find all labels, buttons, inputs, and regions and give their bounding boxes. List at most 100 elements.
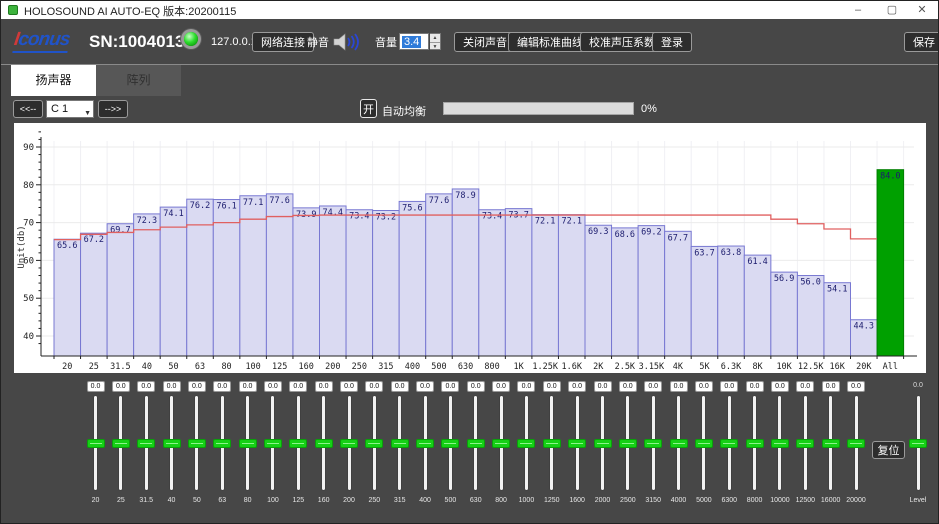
slider-value-box[interactable]: 0.0 [289, 381, 308, 392]
minimize-button[interactable]: – [844, 2, 872, 18]
next-channel-button[interactable]: -->> [98, 100, 128, 118]
prev-channel-button[interactable]: <<-- [13, 100, 43, 118]
slider-value-box[interactable]: 0.0 [213, 381, 232, 392]
slider-handle[interactable] [745, 439, 764, 448]
bar-value-label: 69.7 [110, 226, 130, 236]
slider-handle[interactable] [593, 439, 612, 448]
slider-handle[interactable] [517, 439, 536, 448]
channel-select[interactable]: C 1 ▼ [46, 100, 94, 118]
slider-handle[interactable] [644, 439, 663, 448]
eq-slider-5000: 0.0 5000 [693, 377, 715, 512]
x-tick-label: 20 [62, 362, 72, 372]
slider-value-box[interactable]: 0.0 [618, 381, 637, 392]
x-tick-label: 50 [168, 362, 178, 372]
volume-stepper[interactable]: ▲ ▼ [430, 33, 441, 50]
slider-handle[interactable] [187, 439, 206, 448]
slider-handle[interactable] [847, 439, 865, 448]
slider-value-box[interactable]: 0.0 [365, 381, 384, 392]
stepper-down-icon[interactable]: ▼ [430, 43, 440, 51]
title-bar[interactable]: HOLOSOUND AI AUTO-EQ 版本:20200115 – ▢ ✕ [1, 1, 938, 19]
bar-value-label: 73.4 [349, 212, 369, 222]
slider-value-box[interactable]: 0.0 [441, 381, 460, 392]
slider-handle[interactable] [669, 439, 688, 448]
bar-value-label: 54.1 [827, 285, 847, 295]
slider-handle[interactable] [441, 439, 460, 448]
bar-value-label: 67.2 [84, 235, 104, 245]
slider-handle[interactable] [618, 439, 637, 448]
slider-value-box[interactable]: 0.0 [669, 381, 688, 392]
maximize-button[interactable]: ▢ [878, 2, 906, 18]
slider-handle[interactable] [796, 439, 815, 448]
slider-handle[interactable] [238, 439, 257, 448]
close-button[interactable]: ✕ [908, 2, 936, 18]
slider-value-box[interactable]: 0.0 [390, 381, 409, 392]
connection-led-icon [184, 32, 198, 46]
eq-bar-160 [292, 207, 321, 357]
slider-value-box[interactable]: 0.0 [568, 381, 587, 392]
slider-handle[interactable] [542, 439, 561, 448]
eq-slider-400: 0.0 400 [414, 377, 436, 512]
slider-value-box[interactable]: 0.0 [593, 381, 612, 392]
slider-value-box[interactable]: 0.0 [694, 381, 713, 392]
slider-value-box[interactable]: 0.0 [847, 381, 865, 392]
slider-value-box[interactable]: 0.0 [314, 381, 333, 392]
slider-value-box[interactable]: 0.0 [111, 381, 130, 392]
slider-handle[interactable] [137, 439, 156, 448]
eq-slider-40: 0.0 40 [161, 377, 183, 512]
slider-value-box[interactable]: 0.0 [340, 381, 358, 392]
slider-handle[interactable] [720, 439, 739, 448]
slider-value-box[interactable]: 0.0 [263, 381, 282, 392]
volume-input[interactable]: 3.4 [399, 33, 429, 50]
slider-value-box[interactable]: 0.0 [796, 381, 815, 392]
x-tick-label: 8K [752, 362, 763, 372]
slider-handle[interactable] [314, 439, 333, 448]
slider-handle[interactable] [416, 439, 435, 448]
slider-handle[interactable] [694, 439, 713, 448]
slider-handle[interactable] [568, 439, 587, 448]
slider-value-box[interactable]: 0.0 [86, 381, 105, 392]
x-tick-label: All [883, 362, 898, 372]
slider-handle[interactable] [263, 439, 282, 448]
slider-value-box[interactable]: 0.0 [542, 381, 561, 392]
slider-value-box[interactable]: 0.0 [466, 381, 485, 392]
slider-handle[interactable] [821, 439, 840, 448]
slider-handle[interactable] [909, 439, 927, 448]
slider-value-box[interactable]: 0.0 [416, 381, 435, 392]
stepper-up-icon[interactable]: ▲ [430, 34, 440, 43]
slider-handle[interactable] [162, 439, 181, 448]
x-tick-label: 3.15K [639, 362, 665, 372]
slider-handle[interactable] [111, 439, 130, 448]
slider-handle[interactable] [213, 439, 232, 448]
slider-value-box[interactable]: 0.0 [492, 381, 511, 392]
slider-handle[interactable] [390, 439, 409, 448]
reset-button[interactable]: 复位 [872, 441, 905, 459]
auto-eq-toggle-button[interactable]: 开 [360, 99, 377, 118]
slider-handle[interactable] [466, 439, 485, 448]
login-button[interactable]: 登录 [652, 32, 692, 52]
slider-value-box[interactable]: 0.0 [821, 381, 840, 392]
save-button[interactable]: 保存 [904, 32, 938, 52]
slider-value-box[interactable]: 0.0 [187, 381, 206, 392]
slider-handle[interactable] [86, 439, 105, 448]
network-connect-button[interactable]: 网络连接 [252, 32, 314, 52]
slider-handle[interactable] [340, 439, 358, 448]
serial-number: SN:1004013 [89, 32, 185, 51]
slider-handle[interactable] [770, 439, 789, 448]
slider-value-box[interactable]: 0.0 [720, 381, 739, 392]
slider-value-box[interactable]: 0.0 [162, 381, 181, 392]
close-sound-button[interactable]: 关闭声音 [454, 32, 516, 52]
slider-handle[interactable] [365, 439, 384, 448]
tab-array[interactable]: 阵列 [96, 65, 181, 96]
tab-speaker[interactable]: 扬声器 [11, 65, 96, 96]
slider-value-box[interactable]: 0.0 [644, 381, 663, 392]
slider-value-box[interactable]: 0.0 [770, 381, 789, 392]
eq-bar-250 [345, 209, 374, 357]
slider-value-box[interactable]: 0.0 [745, 381, 764, 392]
slider-value-box[interactable]: 0.0 [238, 381, 257, 392]
slider-value-box[interactable]: 0.0 [517, 381, 536, 392]
slider-value-box[interactable]: 0.0 [137, 381, 156, 392]
slider-handle[interactable] [289, 439, 308, 448]
slider-handle[interactable] [492, 439, 511, 448]
speaker-icon[interactable] [332, 32, 362, 52]
eq-bar-2.5K [611, 227, 639, 357]
